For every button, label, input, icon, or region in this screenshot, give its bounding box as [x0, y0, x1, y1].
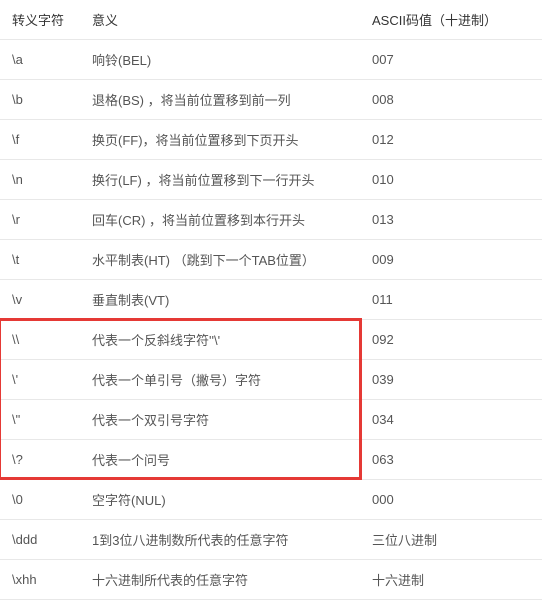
cell-meaning: 代表一个双引号字符 [80, 400, 360, 440]
escape-characters-table: 转义字符 意义 ASCII码值（十进制） \a响铃(BEL)007\b退格(BS… [0, 0, 542, 600]
table-row: \0空字符(NUL)000 [0, 480, 542, 520]
cell-escape: \ddd [0, 520, 80, 560]
cell-meaning: 空字符(NUL) [80, 480, 360, 520]
cell-escape: \r [0, 200, 80, 240]
cell-ascii: 092 [360, 320, 542, 360]
table-row: \t水平制表(HT) （跳到下一个TAB位置）009 [0, 240, 542, 280]
cell-ascii: 三位八进制 [360, 520, 542, 560]
table-row: \v垂直制表(VT)011 [0, 280, 542, 320]
cell-meaning: 1到3位八进制数所代表的任意字符 [80, 520, 360, 560]
header-escape: 转义字符 [0, 0, 80, 40]
table-row: \a响铃(BEL)007 [0, 40, 542, 80]
cell-escape: \v [0, 280, 80, 320]
table-row: \"代表一个双引号字符034 [0, 400, 542, 440]
cell-ascii: 063 [360, 440, 542, 480]
cell-ascii: 034 [360, 400, 542, 440]
cell-escape: \? [0, 440, 80, 480]
cell-escape: \0 [0, 480, 80, 520]
cell-meaning: 十六进制所代表的任意字符 [80, 560, 360, 600]
table-row: \\代表一个反斜线字符''\'092 [0, 320, 542, 360]
cell-meaning: 代表一个反斜线字符''\' [80, 320, 360, 360]
table-row: \r回车(CR) ，将当前位置移到本行开头013 [0, 200, 542, 240]
header-ascii: ASCII码值（十进制） [360, 0, 542, 40]
cell-meaning: 响铃(BEL) [80, 40, 360, 80]
cell-ascii: 011 [360, 280, 542, 320]
cell-ascii: 039 [360, 360, 542, 400]
cell-escape: \n [0, 160, 80, 200]
header-meaning: 意义 [80, 0, 360, 40]
table-row: \f换页(FF)，将当前位置移到下页开头012 [0, 120, 542, 160]
cell-ascii: 000 [360, 480, 542, 520]
cell-escape: \\ [0, 320, 80, 360]
cell-meaning: 代表一个单引号（撇号）字符 [80, 360, 360, 400]
table-row: \?代表一个问号063 [0, 440, 542, 480]
cell-escape: \f [0, 120, 80, 160]
cell-meaning: 换行(LF) ，将当前位置移到下一行开头 [80, 160, 360, 200]
table-row: \'代表一个单引号（撇号）字符039 [0, 360, 542, 400]
cell-ascii: 007 [360, 40, 542, 80]
cell-escape: \b [0, 80, 80, 120]
cell-ascii: 010 [360, 160, 542, 200]
cell-meaning: 退格(BS) ，将当前位置移到前一列 [80, 80, 360, 120]
cell-meaning: 回车(CR) ，将当前位置移到本行开头 [80, 200, 360, 240]
cell-ascii: 009 [360, 240, 542, 280]
cell-escape: \' [0, 360, 80, 400]
table-header-row: 转义字符 意义 ASCII码值（十进制） [0, 0, 542, 40]
cell-ascii: 十六进制 [360, 560, 542, 600]
cell-ascii: 008 [360, 80, 542, 120]
cell-ascii: 012 [360, 120, 542, 160]
cell-ascii: 013 [360, 200, 542, 240]
cell-meaning: 换页(FF)，将当前位置移到下页开头 [80, 120, 360, 160]
cell-escape: \" [0, 400, 80, 440]
cell-meaning: 代表一个问号 [80, 440, 360, 480]
table-row: \ddd1到3位八进制数所代表的任意字符三位八进制 [0, 520, 542, 560]
table-row: \xhh十六进制所代表的任意字符十六进制 [0, 560, 542, 600]
cell-meaning: 垂直制表(VT) [80, 280, 360, 320]
cell-meaning: 水平制表(HT) （跳到下一个TAB位置） [80, 240, 360, 280]
cell-escape: \xhh [0, 560, 80, 600]
table-row: \n换行(LF) ，将当前位置移到下一行开头010 [0, 160, 542, 200]
cell-escape: \a [0, 40, 80, 80]
table-row: \b退格(BS) ，将当前位置移到前一列008 [0, 80, 542, 120]
cell-escape: \t [0, 240, 80, 280]
